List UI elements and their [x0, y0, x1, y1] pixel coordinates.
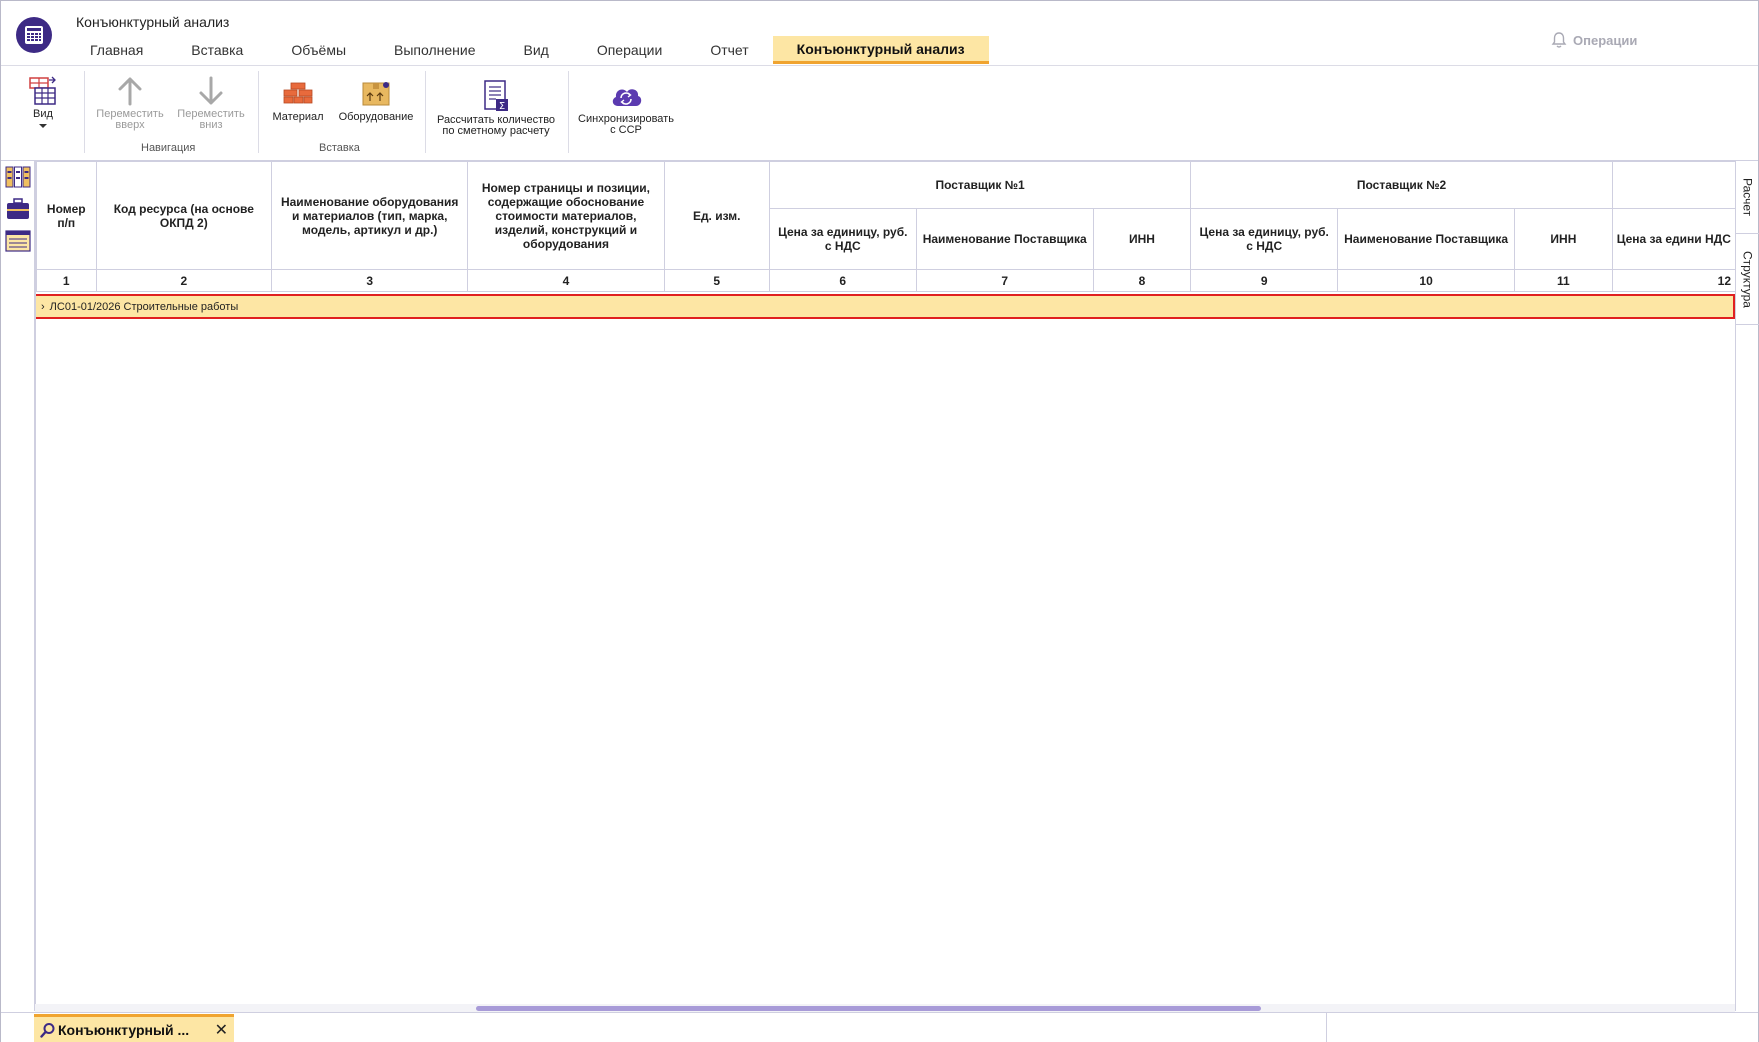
sync-label: Синхронизировать с ССР [578, 113, 674, 136]
tab-market-analysis[interactable]: Конъюнктурный анализ [772, 36, 989, 64]
briefcase-icon[interactable] [5, 197, 31, 221]
col-number: 12 [1611, 269, 1735, 292]
bottom-tab-bar: Конъюнктурный ... ✕ [1, 1012, 1758, 1042]
chevron-down-icon [39, 124, 47, 128]
chevron-right-icon[interactable]: › [41, 301, 45, 313]
box-icon [362, 82, 390, 106]
equipment-button[interactable]: Оборудование [335, 80, 417, 123]
side-tab-structure[interactable]: Структура [1736, 234, 1759, 325]
header-supplier-3[interactable] [1611, 161, 1735, 209]
side-tab-calc-label: Расчет [1740, 177, 1755, 217]
ribbon-separator [568, 71, 569, 153]
arrow-up-icon [118, 77, 142, 106]
table-view-icon [29, 76, 56, 105]
operations-button[interactable]: Операции [1551, 31, 1637, 49]
header-unit[interactable]: Ед. изм. [663, 161, 770, 270]
close-icon[interactable]: ✕ [215, 1020, 228, 1040]
side-tab-calc[interactable]: Расчет [1736, 161, 1759, 234]
header-s2-supplier-name[interactable]: Наименование Поставщика [1337, 208, 1516, 270]
app-window: Конъюнктурный анализ Главная Вставка Объ… [0, 0, 1759, 1042]
col-number: 5 [663, 269, 770, 292]
group-row-construction[interactable]: › ЛС01-01/2026 Строительные работы [36, 294, 1735, 319]
menu-tabs: Главная Вставка Объёмы Выполнение Вид Оп… [66, 36, 989, 64]
doc-tab-market-analysis[interactable]: Конъюнктурный ... ✕ [34, 1014, 234, 1042]
col-number: 10 [1337, 269, 1516, 292]
col-number: 2 [95, 269, 273, 292]
header-s1-inn[interactable]: ИНН [1092, 208, 1192, 270]
tab-operations[interactable]: Операции [573, 36, 687, 64]
col-number: 9 [1190, 269, 1339, 292]
calculate-quantity-button[interactable]: Σ Рассчитать количество по сметному расч… [433, 80, 559, 137]
ribbon: Вид Переместить вверх Переместить вниз Н… [1, 66, 1758, 161]
app-logo-icon[interactable] [16, 17, 52, 53]
header-s1-price[interactable]: Цена за единицу, руб. с НДС [768, 208, 917, 270]
tab-execution[interactable]: Выполнение [370, 36, 499, 64]
header-resource-code[interactable]: Код ресурса (на основе ОКПД 2) [95, 161, 273, 270]
ribbon-separator [84, 71, 85, 153]
arrow-down-icon [199, 76, 223, 105]
view-button[interactable]: Вид [23, 74, 63, 130]
move-down-label: Переместить вниз [177, 108, 245, 131]
bell-icon [1551, 32, 1567, 48]
ribbon-separator [258, 71, 259, 153]
header-supplier-2[interactable]: Поставщик №2 [1190, 161, 1613, 209]
header-s1-supplier-name[interactable]: Наименование Поставщика [915, 208, 1094, 270]
grid-header: Номер п/п Код ресурса (на основе ОКПД 2)… [36, 161, 1735, 292]
col-number: 7 [915, 269, 1094, 292]
col-number: 4 [467, 269, 665, 292]
col-number: 8 [1092, 269, 1192, 292]
header-supplier-1[interactable]: Поставщик №1 [768, 161, 1192, 209]
col-number: 11 [1514, 269, 1613, 292]
table-list-icon[interactable] [5, 229, 31, 253]
tab-main[interactable]: Главная [66, 36, 167, 64]
header-s3-price[interactable]: Цена за едини НДС [1611, 208, 1735, 270]
bottom-divider [1326, 1013, 1327, 1042]
material-button[interactable]: Материал [267, 80, 329, 123]
header-item-name[interactable]: Наименование оборудования и материалов (… [271, 161, 469, 270]
market-analysis-grid: Номер п/п Код ресурса (на основе ОКПД 2)… [35, 161, 1735, 1006]
material-label: Материал [272, 111, 324, 123]
tab-volumes[interactable]: Объёмы [267, 36, 370, 64]
header-s2-inn[interactable]: ИНН [1514, 208, 1613, 270]
cloud-sync-icon [612, 89, 642, 106]
col-number: 6 [768, 269, 917, 292]
calculate-quantity-label: Рассчитать количество по сметному расчет… [436, 114, 556, 137]
header-s2-price[interactable]: Цена за единицу, руб. с НДС [1190, 208, 1339, 270]
tab-view[interactable]: Вид [500, 36, 573, 64]
col-number: 1 [36, 269, 97, 292]
col-number: 3 [271, 269, 469, 292]
move-up-button[interactable]: Переместить вверх [91, 76, 169, 131]
move-up-label: Переместить вверх [96, 108, 164, 131]
search-icon [40, 1023, 55, 1038]
navigation-group-label: Навигация [141, 142, 196, 154]
calculation-sheet-icon: Σ [484, 80, 508, 112]
bricks-icon [283, 82, 313, 104]
ribbon-separator [425, 71, 426, 153]
left-tool-strip [1, 161, 35, 1011]
move-down-button[interactable]: Переместить вниз [172, 76, 250, 131]
right-side-tabs: Расчет Структура [1735, 161, 1759, 1011]
header-num[interactable]: Номер п/п [36, 161, 97, 270]
equipment-label: Оборудование [338, 111, 414, 123]
insert-group-label: Вставка [319, 142, 360, 154]
horizontal-scrollbar[interactable] [35, 1004, 1735, 1012]
sync-button[interactable]: Синхронизировать с ССР [576, 82, 676, 136]
header-page-position[interactable]: Номер страницы и позиции, содержащие обо… [467, 161, 665, 270]
doc-tab-label: Конъюнктурный ... [58, 1021, 190, 1038]
side-tab-structure-label: Структура [1740, 250, 1755, 308]
tab-report[interactable]: Отчет [686, 36, 772, 64]
tab-insert[interactable]: Вставка [167, 36, 267, 64]
columns-icon[interactable] [5, 165, 31, 189]
svg-text:Σ: Σ [499, 101, 505, 112]
scrollbar-thumb[interactable] [476, 1006, 1261, 1011]
group-row-label: ЛС01-01/2026 Строительные работы [49, 300, 239, 313]
app-title: Конъюнктурный анализ [76, 14, 230, 30]
operations-label: Операции [1573, 32, 1638, 48]
view-label: Вид [33, 108, 53, 120]
